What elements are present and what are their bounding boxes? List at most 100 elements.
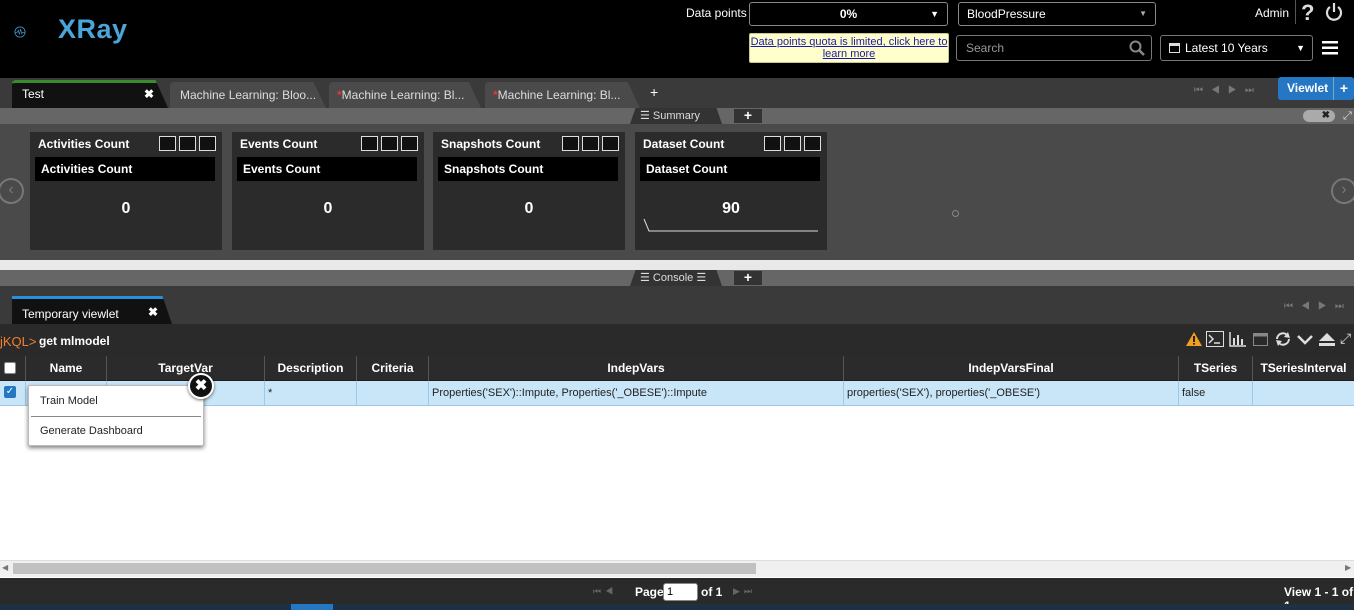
add-summary-button[interactable]: + bbox=[734, 108, 762, 123]
column-header[interactable]: TargetVar bbox=[107, 356, 265, 381]
scrollbar-thumb[interactable] bbox=[13, 563, 756, 574]
column-header[interactable]: TSeriesInterval bbox=[1253, 356, 1354, 381]
card-title: Activities Count bbox=[38, 137, 130, 151]
search-icon[interactable] bbox=[1129, 40, 1145, 56]
quota-link[interactable]: Data points quota is limited, click here… bbox=[749, 33, 949, 63]
search-input[interactable] bbox=[957, 36, 1117, 60]
warning-icon[interactable] bbox=[1185, 331, 1203, 347]
select-all-checkbox[interactable] bbox=[4, 362, 16, 374]
page-label: Page bbox=[635, 585, 664, 599]
next-arrow-icon[interactable]: › bbox=[1331, 178, 1354, 204]
column-header[interactable]: IndepVarsFinal bbox=[844, 356, 1179, 381]
plus-icon[interactable]: + bbox=[1332, 77, 1348, 100]
summary-card-activities[interactable]: Activities Count Activities Count 0 bbox=[30, 132, 222, 250]
data-points-select[interactable]: 0% ▼ bbox=[749, 2, 948, 26]
close-icon[interactable]: ✖ bbox=[188, 373, 214, 399]
tab-machine-learning-1[interactable]: Machine Learning: Bloo... bbox=[170, 82, 326, 108]
tab-machine-learning-2[interactable]: *Machine Learning: Bl... bbox=[329, 82, 481, 108]
summary-card-dataset[interactable]: Dataset Count Dataset Count 90 bbox=[635, 132, 827, 250]
page-number-input[interactable]: 1 bbox=[663, 583, 698, 601]
chevron-down-icon: ▼ bbox=[1139, 9, 1147, 18]
page-count: of 1 bbox=[701, 585, 723, 599]
scroll-right-icon[interactable]: ▶ bbox=[1345, 563, 1351, 572]
refresh-icon[interactable] bbox=[381, 136, 398, 151]
power-icon[interactable] bbox=[1324, 2, 1344, 22]
query-input[interactable]: get mlmodel bbox=[39, 334, 110, 348]
tab-label: Test bbox=[22, 87, 45, 101]
cell-indepvarsfinal: properties('SEX'), properties('_OBESE') bbox=[844, 381, 1179, 406]
console-icon[interactable] bbox=[159, 136, 176, 151]
tab-label: Machine Learning: Bl... bbox=[341, 88, 465, 102]
tab-test[interactable]: Test ✖ bbox=[12, 80, 168, 108]
refresh-icon[interactable] bbox=[179, 136, 196, 151]
help-icon[interactable]: ? bbox=[1301, 0, 1321, 25]
console-icon[interactable] bbox=[1206, 331, 1224, 347]
summary-toggle-switch[interactable]: ✖ bbox=[1303, 110, 1335, 122]
menu-item-generate-dashboard[interactable]: Generate Dashboard bbox=[40, 425, 143, 437]
scroll-left-icon[interactable]: ◀ bbox=[2, 563, 8, 572]
summary-toggle[interactable]: ☰ Summary ☰ bbox=[630, 108, 722, 124]
select-all-cell bbox=[0, 356, 26, 381]
tab-temporary-viewlet[interactable]: Temporary viewlet ✖ bbox=[12, 296, 172, 324]
xray-logo-icon[interactable] bbox=[14, 12, 56, 52]
refresh-icon[interactable] bbox=[582, 136, 599, 151]
card-title: Snapshots Count bbox=[441, 137, 541, 151]
summary-card-events[interactable]: Events Count Events Count 0 bbox=[232, 132, 424, 250]
row-checkbox[interactable]: ✓ bbox=[4, 386, 16, 398]
chevron-down-icon[interactable] bbox=[199, 136, 216, 151]
tab-label: Machine Learning: Bl... bbox=[497, 88, 621, 102]
hamburger-menu-icon[interactable] bbox=[1322, 41, 1338, 55]
dataset-select[interactable]: BloodPressure ▼ bbox=[958, 2, 1156, 26]
prev-arrow-icon[interactable]: ‹ bbox=[0, 178, 24, 204]
console-icon[interactable] bbox=[562, 136, 579, 151]
add-tab-button[interactable]: + bbox=[650, 84, 658, 100]
console-pager-arrows[interactable]: ⏮◀▶⏭ bbox=[1284, 301, 1352, 312]
time-range-value: Latest 10 Years bbox=[1185, 41, 1268, 55]
tab-pager-arrows[interactable]: ⏮◀▶⏭ bbox=[1194, 85, 1262, 96]
column-header[interactable]: IndepVars bbox=[429, 356, 844, 381]
summary-card-snapshots[interactable]: Snapshots Count Snapshots Count 0 bbox=[433, 132, 625, 250]
divider bbox=[0, 260, 1354, 270]
card-value: 0 bbox=[121, 200, 131, 217]
menu-item-train-model[interactable]: Train Model bbox=[40, 395, 98, 407]
user-menu[interactable]: Admin bbox=[1255, 6, 1289, 20]
add-console-button[interactable]: + bbox=[734, 270, 762, 285]
chevron-down-icon[interactable] bbox=[804, 136, 821, 151]
dataset-value: BloodPressure bbox=[967, 7, 1046, 21]
viewlet-button[interactable]: Viewlet + bbox=[1278, 77, 1354, 100]
card-value: 0 bbox=[323, 200, 333, 217]
column-header[interactable]: TSeries bbox=[1179, 356, 1253, 381]
data-points-label: Data points bbox=[686, 6, 747, 20]
console-icon[interactable] bbox=[361, 136, 378, 151]
time-range-select[interactable]: Latest 10 Years ▼ bbox=[1160, 35, 1313, 61]
close-icon[interactable]: ✖ bbox=[144, 83, 154, 105]
first-prev-page-icons[interactable]: ⏮◀ bbox=[593, 586, 617, 597]
console-toggle[interactable]: ☰ Console ☰ bbox=[630, 270, 722, 286]
refresh-icon[interactable] bbox=[1274, 331, 1292, 347]
eject-icon[interactable] bbox=[1318, 331, 1336, 347]
chart-icon[interactable] bbox=[1229, 331, 1247, 347]
next-last-page-icons[interactable]: ▶⏭ bbox=[733, 586, 756, 597]
column-header[interactable]: Description bbox=[265, 356, 357, 381]
tab-label: Machine Learning: Bloo... bbox=[180, 88, 317, 102]
calendar-icon[interactable] bbox=[1252, 331, 1270, 347]
chevron-down-icon[interactable] bbox=[1296, 331, 1314, 347]
chevron-down-icon[interactable] bbox=[602, 136, 619, 151]
chevron-down-icon[interactable] bbox=[401, 136, 418, 151]
pager-dot[interactable] bbox=[952, 210, 959, 217]
search-box[interactable] bbox=[956, 35, 1152, 61]
card-subtitle: Events Count bbox=[237, 157, 417, 181]
row-select-cell: ✓ bbox=[0, 381, 26, 406]
sparkline bbox=[643, 218, 818, 232]
console-tab-bar bbox=[0, 286, 1354, 324]
column-header[interactable]: Criteria bbox=[357, 356, 429, 381]
tab-machine-learning-3[interactable]: *Machine Learning: Bl... bbox=[485, 82, 640, 108]
query-bar bbox=[0, 324, 1354, 356]
close-icon[interactable]: ✖ bbox=[148, 297, 158, 324]
card-toolbar bbox=[156, 136, 216, 154]
console-icon[interactable] bbox=[764, 136, 781, 151]
column-header[interactable]: Name bbox=[26, 356, 107, 381]
expand-icon[interactable]: ⤢ bbox=[1343, 110, 1352, 123]
refresh-icon[interactable] bbox=[784, 136, 801, 151]
expand-icon[interactable]: ⤢ bbox=[1340, 330, 1351, 347]
